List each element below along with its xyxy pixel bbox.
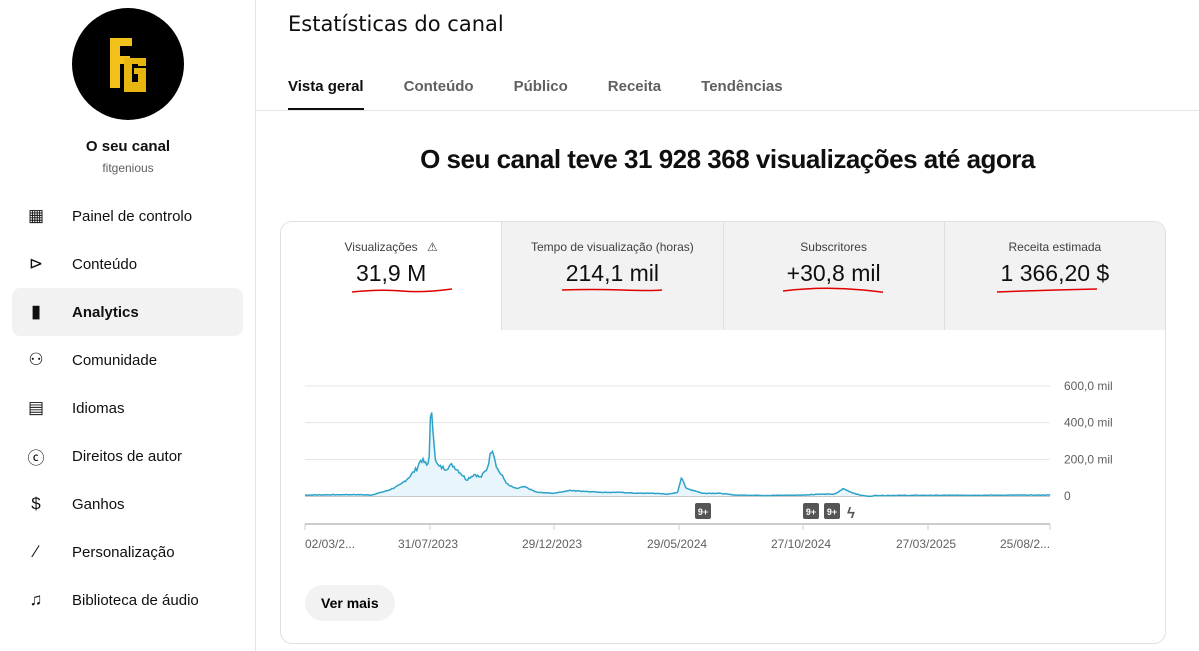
fg-logo-icon xyxy=(110,38,146,92)
tab-bar: Vista geral Conteúdo Público Receita Ten… xyxy=(288,66,823,110)
sidebar-item-community[interactable]: ⚇ Comunidade xyxy=(12,336,243,384)
sidebar-item-analytics[interactable]: ▮ Analytics xyxy=(12,288,243,336)
audio-library-icon: ♫ xyxy=(29,590,43,609)
sidebar-item-label: Personalização xyxy=(72,543,175,561)
red-underline-annotation xyxy=(996,288,1097,293)
metric-revenue[interactable]: Receita estimada 1 366,20 $ xyxy=(943,222,1165,330)
sidebar-item-label: Analytics xyxy=(72,303,139,321)
metric-value: 214,1 mil xyxy=(565,260,660,286)
y-tick-label: 400,0 mil xyxy=(1064,416,1113,430)
x-tick-label: 29/12/2023 xyxy=(522,537,582,551)
metric-value: 1 366,20 $ xyxy=(1000,260,1110,286)
sidebar-item-label: Biblioteca de áudio xyxy=(72,591,199,609)
shorts-event-icon: ϟ xyxy=(847,505,855,522)
y-tick-label: 600,0 mil xyxy=(1064,379,1113,393)
sidebar-item-earnings[interactable]: $ Ganhos xyxy=(12,480,243,528)
x-tick-label: 02/03/2... xyxy=(305,537,355,551)
event-marker-label: 9+ xyxy=(806,507,816,517)
x-tick-label: 27/10/2024 xyxy=(771,537,831,551)
community-icon: ⚇ xyxy=(28,350,44,369)
area-fill xyxy=(305,412,1051,497)
subtitles-icon: ▤ xyxy=(27,398,45,417)
sidebar-item-audio-library[interactable]: ♫ Biblioteca de áudio xyxy=(12,576,243,624)
x-tick-label: 27/03/2025 xyxy=(896,537,956,551)
sidebar-nav: ▦ Painel de controlo ⊳ Conteúdo ▮ Analytics… xyxy=(12,192,243,624)
views-chart[interactable]: 600,0 mil 400,0 mil 200,0 mil 0 02/03/2... 31… xyxy=(281,330,1166,580)
metric-watch-time[interactable]: Tempo de visualização (horas) 214,1 mil xyxy=(501,222,723,330)
content-icon: ⊳ xyxy=(28,254,44,273)
channel-handle: fitgenious xyxy=(102,161,154,175)
page-title: Estatísticas do canal xyxy=(288,12,504,36)
tab-trends[interactable]: Tendências xyxy=(701,66,782,110)
y-tick-label: 200,0 mil xyxy=(1064,452,1113,466)
warning-icon[interactable]: ⚠ xyxy=(427,240,438,254)
metric-label: Receita estimada xyxy=(1008,240,1102,254)
channel-avatar[interactable] xyxy=(72,8,184,120)
sidebar-item-label: Idiomas xyxy=(72,399,125,417)
sidebar: O seu canal fitgenious ▦ Painel de contro… xyxy=(0,0,256,651)
sidebar-item-label: Painel de controlo xyxy=(72,207,193,225)
event-marker-label: 9+ xyxy=(827,507,837,517)
metric-label: Subscritores xyxy=(800,240,867,254)
analytics-icon: ▮ xyxy=(31,302,41,321)
sidebar-item-label: Ganhos xyxy=(72,495,125,513)
copyright-icon: ⓒ xyxy=(27,448,45,468)
sidebar-item-label: Direitos de autor xyxy=(72,447,183,465)
x-tick-label: 31/07/2023 xyxy=(398,537,458,551)
sidebar-item-dashboard[interactable]: ▦ Painel de controlo xyxy=(12,192,243,240)
sidebar-item-label: Conteúdo xyxy=(72,255,138,273)
tab-audience[interactable]: Público xyxy=(514,66,568,110)
metric-label: Visualizações xyxy=(344,240,418,254)
dashboard-icon: ▦ xyxy=(27,206,45,225)
sidebar-item-label: Comunidade xyxy=(72,351,158,369)
metric-views[interactable]: Visualizações ⚠ 31,9 M xyxy=(281,222,502,330)
magic-wand-icon: ⁄ xyxy=(34,542,38,561)
divider xyxy=(256,110,1199,111)
red-underline-annotation xyxy=(351,288,452,293)
metric-subscribers[interactable]: Subscritores +30,8 mil xyxy=(722,222,944,330)
metric-label: Tempo de visualização (horas) xyxy=(531,240,694,254)
main-content: Estatísticas do canal Vista geral Conteú… xyxy=(256,0,1199,651)
tab-content[interactable]: Conteúdo xyxy=(404,66,474,110)
channel-name: O seu canal xyxy=(85,138,171,155)
see-more-button[interactable]: Ver mais xyxy=(305,585,395,621)
sidebar-item-copyright[interactable]: ⓒ Direitos de autor xyxy=(12,432,243,480)
y-tick-label: 0 xyxy=(1064,489,1071,503)
sidebar-item-languages[interactable]: ▤ Idiomas xyxy=(12,384,243,432)
overview-card: Visualizações ⚠ 31,9 M Tempo de visualiza… xyxy=(280,221,1166,644)
metric-value: 31,9 M xyxy=(355,260,427,286)
dollar-icon: $ xyxy=(31,494,41,513)
tab-revenue[interactable]: Receita xyxy=(608,66,661,110)
sidebar-item-content[interactable]: ⊳ Conteúdo xyxy=(12,240,243,288)
x-tick-label: 25/08/2... xyxy=(1000,537,1050,551)
tab-overview[interactable]: Vista geral xyxy=(288,66,364,110)
sidebar-item-customization[interactable]: ⁄ Personalização xyxy=(12,528,243,576)
event-marker-label: 9+ xyxy=(698,507,708,517)
red-underline-annotation xyxy=(782,287,883,294)
red-underline-annotation xyxy=(561,288,662,292)
metric-value: +30,8 mil xyxy=(786,260,881,286)
total-views-headline: O seu canal teve 31 928 368 visualizaçõe… xyxy=(420,144,1035,174)
x-tick-label: 29/05/2024 xyxy=(647,537,707,551)
